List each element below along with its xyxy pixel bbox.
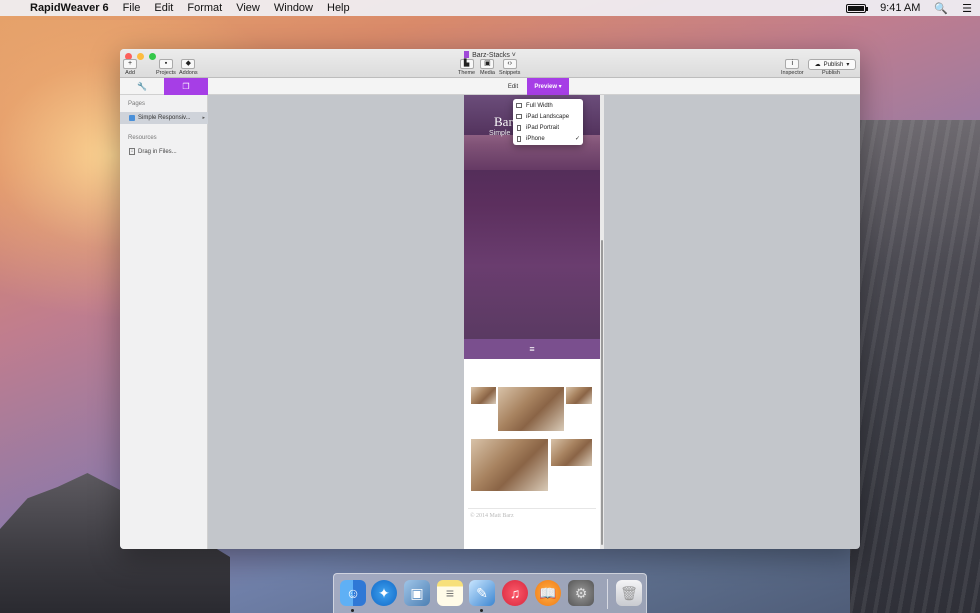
chevron-down-icon: ▾ [558, 84, 562, 90]
menu-item-iphone[interactable]: iPhone ✓ [513, 133, 583, 144]
tab-preview[interactable]: Preview ▾ [527, 78, 569, 95]
finder-icon[interactable]: ☺ [340, 580, 366, 606]
page-icon [129, 115, 135, 121]
add-button[interactable]: + Add [123, 59, 137, 76]
pages-icon: ❐ [182, 82, 190, 91]
tab-edit[interactable]: Edit [500, 78, 526, 95]
document-icon [464, 51, 470, 58]
cloud-icon: ☁ [814, 62, 821, 68]
menu-item-ipad-portrait[interactable]: iPad Portrait [513, 122, 583, 133]
projects-icon: ▪ [158, 59, 173, 69]
menu-edit[interactable]: Edit [154, 2, 173, 14]
menu-item-ipad-landscape[interactable]: iPad Landscape [513, 111, 583, 122]
notes-icon[interactable]: ≡ [437, 580, 463, 606]
spotlight-icon[interactable]: 🔍 [934, 2, 948, 15]
monitor-icon [516, 103, 522, 108]
disclosure-arrow-icon[interactable]: ▸ [202, 115, 205, 121]
gallery-image[interactable] [551, 439, 592, 466]
battery-icon[interactable] [846, 3, 869, 13]
tab-wrench[interactable]: 🔧 [120, 78, 164, 95]
gallery-image[interactable] [566, 387, 592, 404]
publish-button[interactable]: ☁ Publish ▾ [808, 59, 856, 70]
drag-files-item[interactable]: ↓ Drag in Files... [129, 148, 177, 155]
file-icon: ↓ [129, 148, 135, 155]
resources-heading: Resources [128, 135, 157, 141]
media-icon: ▣ [480, 59, 495, 69]
safari-icon[interactable]: ✦ [371, 580, 397, 606]
theme-button[interactable]: ▙ Theme [458, 59, 475, 76]
dock-separator [607, 579, 608, 609]
ibooks-icon[interactable]: 📖 [535, 580, 561, 606]
theme-icon: ▙ [459, 59, 474, 69]
mode-tab-bar: 🔧 ❐ Edit Preview ▾ [120, 78, 860, 95]
clock[interactable]: 9:41 AM [880, 2, 920, 14]
running-indicator [480, 609, 483, 612]
projects-button[interactable]: ▪ Projects [156, 59, 176, 76]
code-icon: ‹› [502, 59, 517, 69]
preview-size-menu: Full Width iPad Landscape iPad Portrait … [513, 99, 583, 145]
system-preferences-icon[interactable]: ⚙ [568, 580, 594, 606]
preview-scrollbar[interactable] [600, 95, 604, 549]
site-footer: © 2014 Matt Barz [470, 513, 514, 519]
app-window: Barz-Stacks ˅ + Add ▪ Projects ◆ Addons … [120, 49, 860, 549]
sidebar-page-item[interactable]: Simple Responsiv... ▸ [120, 112, 208, 124]
pages-heading: Pages [128, 101, 146, 107]
status-area: 9:41 AM 🔍 ☰ [846, 0, 972, 16]
site-subtitle: Simple [489, 130, 511, 137]
menu-view[interactable]: View [236, 2, 260, 14]
window-toolbar: Barz-Stacks ˅ + Add ▪ Projects ◆ Addons … [120, 49, 860, 78]
running-indicator [351, 609, 354, 612]
menu-file[interactable]: File [123, 2, 141, 14]
snippets-button[interactable]: ‹› Snippets [499, 59, 520, 76]
menu-format[interactable]: Format [187, 2, 222, 14]
wallpaper-mountain-right [850, 120, 980, 613]
trash-icon[interactable]: 🗑 [616, 580, 642, 606]
menu-help[interactable]: Help [327, 2, 350, 14]
rapidweaver-icon[interactable]: ✎ [469, 580, 495, 606]
gallery-image[interactable] [471, 387, 496, 404]
addons-button[interactable]: ◆ Addons [179, 59, 198, 76]
checkmark-icon: ✓ [574, 136, 580, 142]
preview-app-icon[interactable]: ▣ [404, 580, 430, 606]
hamburger-menu-icon[interactable]: ≡ [529, 344, 534, 354]
footer-divider [468, 508, 596, 509]
ipad-landscape-icon [516, 114, 522, 119]
site-preview[interactable]: Bar Simple ≡ © 2014 Matt Barz [464, 95, 600, 549]
plus-icon: + [123, 59, 137, 69]
wrench-icon: 🔧 [137, 82, 147, 91]
sidebar: Pages Simple Responsiv... ▸ Resources ↓ … [120, 95, 208, 549]
inspector-button[interactable]: i Inspector [781, 59, 804, 76]
mobile-nav-bar[interactable]: ≡ [464, 339, 600, 359]
itunes-icon[interactable]: ♫ [502, 580, 528, 606]
menu-bar: RapidWeaver 6 File Edit Format View Wind… [0, 0, 980, 16]
app-menu[interactable]: RapidWeaver 6 [30, 2, 109, 14]
window-title: Barz-Stacks ˅ [120, 51, 860, 59]
dock: ☺ ✦ ▣ ≡ ✎ ♫ 📖 ⚙ 🗑 [333, 573, 647, 613]
notification-center-icon[interactable]: ☰ [962, 2, 972, 15]
tab-pages[interactable]: ❐ [164, 78, 208, 95]
publish-label: Publish [821, 70, 840, 76]
gallery-image[interactable] [471, 439, 548, 491]
iphone-icon [517, 135, 521, 142]
info-icon: i [785, 59, 800, 69]
chevron-down-icon: ▾ [846, 62, 850, 68]
media-button[interactable]: ▣ Media [480, 59, 495, 76]
puzzle-icon: ◆ [181, 59, 196, 69]
menu-item-full-width[interactable]: Full Width [513, 100, 583, 111]
site-title: Bar [494, 114, 513, 129]
ipad-portrait-icon [517, 124, 521, 131]
gallery-image[interactable] [498, 387, 564, 431]
menu-window[interactable]: Window [274, 2, 313, 14]
